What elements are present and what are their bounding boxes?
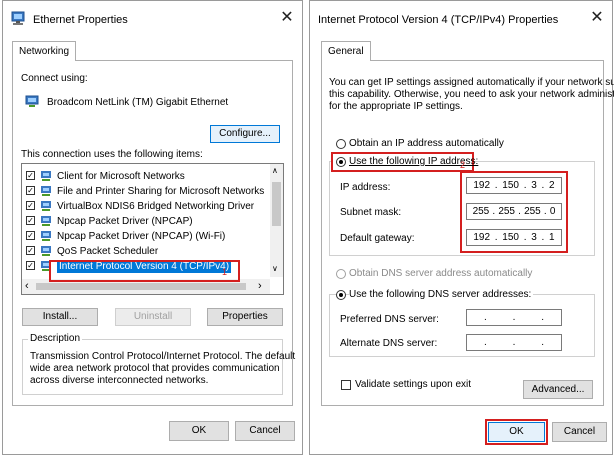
tab-general[interactable]: General xyxy=(321,41,371,61)
validate-label: Validate settings upon exit xyxy=(355,379,472,390)
callout-number-2: 2 xyxy=(460,160,466,170)
scroll-down-icon[interactable]: ∨ xyxy=(272,264,278,273)
scroll-right-icon[interactable]: › xyxy=(258,280,262,292)
use-following-dns-label: Use the following DNS server addresses: xyxy=(349,289,534,300)
ip-octet: 192 xyxy=(473,180,491,191)
dialog-title: Internet Protocol Version 4 (TCP/IPv4) P… xyxy=(318,14,559,26)
validate-checkbox[interactable] xyxy=(341,380,351,390)
ip-octet: 0 xyxy=(549,206,556,217)
ip-address-label: IP address: xyxy=(340,182,391,193)
network-component-icon xyxy=(41,186,51,196)
adapter-icon xyxy=(25,95,39,107)
connect-using-label: Connect using: xyxy=(21,73,88,84)
item-checkbox[interactable]: ✓ xyxy=(26,246,35,255)
items-label: This connection uses the following items… xyxy=(21,149,203,160)
item-checkbox[interactable]: ✓ xyxy=(26,201,35,210)
network-component-icon xyxy=(41,216,51,226)
description-title: Description xyxy=(28,333,83,344)
dialog-title: Ethernet Properties xyxy=(33,14,128,26)
alternate-dns-field[interactable]: ... xyxy=(466,334,562,351)
item-checkbox[interactable]: ✓ xyxy=(26,171,35,180)
item-checkbox[interactable]: ✓ xyxy=(26,216,35,225)
ip-octet: 3 xyxy=(531,232,537,243)
intro-line-1: You can get IP settings assigned automat… xyxy=(329,77,614,88)
install-button[interactable]: Install... xyxy=(22,308,98,326)
item-label: Npcap Packet Driver (NPCAP) xyxy=(57,216,193,227)
item-label: Npcap Packet Driver (NPCAP) (Wi-Fi) xyxy=(57,231,226,242)
callout-number-1: 1 xyxy=(222,267,228,277)
description-line-2: wide area network protocol that provides… xyxy=(30,363,280,374)
scroll-up-icon[interactable]: ∧ xyxy=(272,166,278,175)
use-following-dns-radio[interactable] xyxy=(336,290,346,300)
ip-octet: 3 xyxy=(531,180,537,191)
item-label: File and Printer Sharing for Microsoft N… xyxy=(57,186,265,197)
intro-line-2: this capability. Otherwise, you need to … xyxy=(329,89,614,100)
item-checkbox[interactable]: ✓ xyxy=(26,261,35,270)
network-component-icon xyxy=(41,231,51,241)
use-following-ip-radio[interactable] xyxy=(336,157,346,167)
subnet-mask-field[interactable]: 255. 255. 255. 0 xyxy=(466,203,562,220)
ok-button[interactable]: OK xyxy=(169,421,229,441)
default-gateway-field[interactable]: 192. 150. 3. 1 xyxy=(466,229,562,246)
callout-box-1 xyxy=(49,260,240,282)
intro-line-3: for the appropriate IP settings. xyxy=(329,101,463,112)
default-gateway-label: Default gateway: xyxy=(340,233,415,244)
tab-networking[interactable]: Networking xyxy=(12,41,77,61)
obtain-dns-auto-radio xyxy=(336,269,346,279)
cancel-button[interactable]: Cancel xyxy=(235,421,295,441)
network-component-icon xyxy=(41,171,51,181)
ip-address-field[interactable]: 192. 150. 3. 2 xyxy=(466,177,562,194)
obtain-ip-auto-label: Obtain an IP address automatically xyxy=(349,138,504,149)
ip-octet: 1 xyxy=(549,232,555,243)
uninstall-button: Uninstall xyxy=(115,308,191,326)
properties-button[interactable]: Properties xyxy=(207,308,283,326)
description-line-3: across diverse interconnected networks. xyxy=(30,375,209,386)
item-label: Client for Microsoft Networks xyxy=(57,171,185,182)
close-icon[interactable]: ✕ xyxy=(276,7,298,29)
advanced-button[interactable]: Advanced... xyxy=(523,380,593,399)
obtain-dns-auto-label: Obtain DNS server address automatically xyxy=(349,268,533,279)
cancel-button[interactable]: Cancel xyxy=(552,422,607,442)
scroll-left-icon[interactable]: ‹ xyxy=(25,280,29,292)
use-following-ip-label: Use the following IP address: xyxy=(349,156,479,167)
configure-button[interactable]: Configure... xyxy=(210,125,280,143)
ip-octet: 2 xyxy=(549,180,555,191)
preferred-dns-field[interactable]: ... xyxy=(466,309,562,326)
alternate-dns-label: Alternate DNS server: xyxy=(340,338,438,349)
scroll-thumb[interactable] xyxy=(272,182,281,226)
ip-octet: 255 xyxy=(472,206,490,217)
obtain-ip-auto-radio[interactable] xyxy=(336,139,346,149)
item-checkbox[interactable]: ✓ xyxy=(26,231,35,240)
ip-octet: 150 xyxy=(502,232,519,243)
description-line-1: Transmission Control Protocol/Internet P… xyxy=(30,351,296,362)
adapter-name: Broadcom NetLink (TM) Gigabit Ethernet xyxy=(47,97,229,108)
item-label: VirtualBox NDIS6 Bridged Networking Driv… xyxy=(57,201,255,212)
network-component-icon xyxy=(41,246,51,256)
ip-octet: 255 xyxy=(524,206,541,217)
scroll-hthumb[interactable] xyxy=(36,283,246,290)
network-adapter-icon xyxy=(11,11,25,25)
ethernet-properties-dialog: Ethernet Properties ✕ Networking Connect… xyxy=(2,0,303,455)
ipv4-properties-dialog: Internet Protocol Version 4 (TCP/IPv4) P… xyxy=(309,0,614,455)
network-component-icon xyxy=(41,201,51,211)
item-checkbox[interactable]: ✓ xyxy=(26,186,35,195)
item-label: QoS Packet Scheduler xyxy=(57,246,159,257)
vertical-scrollbar[interactable]: ∧ ∨ xyxy=(270,164,283,277)
ok-button[interactable]: OK xyxy=(488,422,545,442)
preferred-dns-label: Preferred DNS server: xyxy=(340,314,439,325)
ip-octet: 150 xyxy=(502,180,519,191)
subnet-mask-label: Subnet mask: xyxy=(340,207,402,218)
ip-octet: 255 xyxy=(498,206,515,217)
close-icon[interactable]: ✕ xyxy=(586,7,608,29)
ip-octet: 192 xyxy=(473,232,491,243)
